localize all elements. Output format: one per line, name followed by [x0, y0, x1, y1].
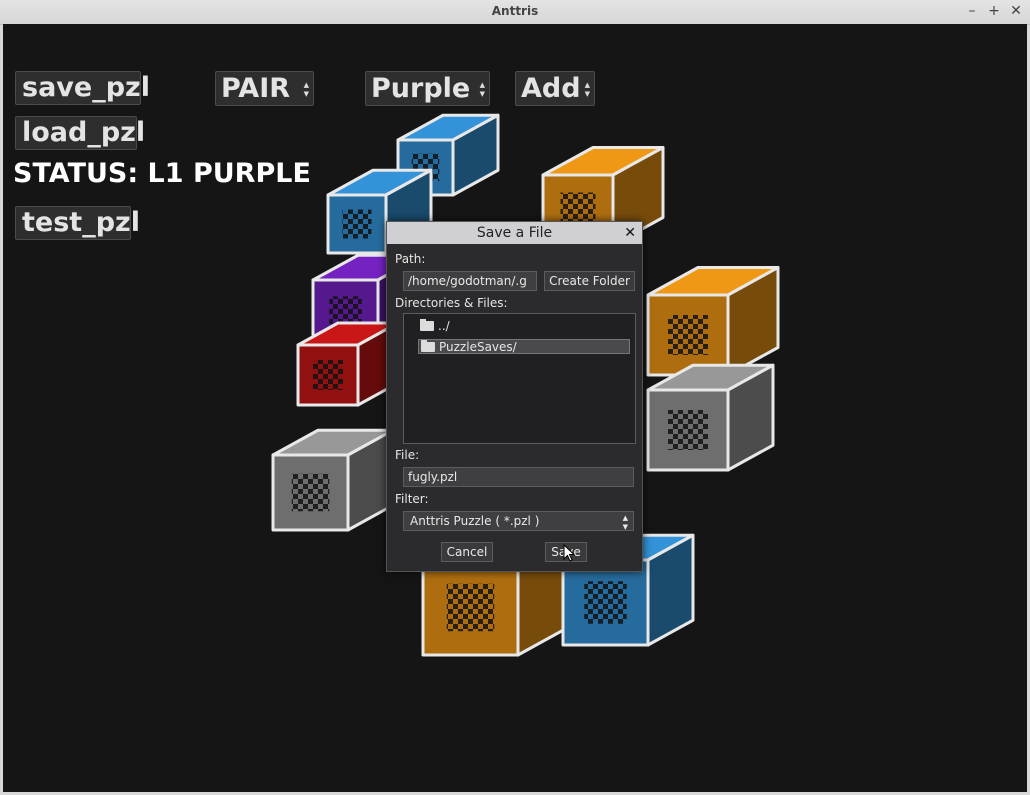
- path-input[interactable]: /home/godotman/.g: [403, 271, 537, 291]
- tree-item-label: ../: [438, 319, 450, 333]
- cancel-button[interactable]: Cancel: [441, 542, 493, 562]
- close-window-icon[interactable]: ✕: [1010, 3, 1022, 19]
- cube-grey-left-pattern: [291, 473, 330, 512]
- directories-files-label: Directories & Files:: [395, 296, 508, 310]
- color-select[interactable]: Purple ▲ ▼: [365, 71, 490, 106]
- test-pzl-button[interactable]: test_pzl: [15, 206, 140, 240]
- cube-grey-right-pattern: [668, 410, 708, 450]
- filter-select-value: Anttris Puzzle ( *.pzl ): [410, 514, 540, 528]
- select-arrows-icon: ▲ ▼: [479, 81, 485, 98]
- window-title: Anttris: [491, 4, 539, 18]
- filter-select[interactable]: Anttris Puzzle ( *.pzl ) ▲ ▼: [403, 511, 634, 531]
- load-pzl-button[interactable]: load_pzl: [15, 116, 145, 150]
- folder-icon: [421, 340, 435, 352]
- cube-orange-bottom-pattern: [446, 583, 495, 632]
- mouse-cursor-icon: [563, 544, 575, 562]
- select-arrows-icon: ▲ ▼: [584, 81, 590, 98]
- mode-select[interactable]: PAIR ▲ ▼: [215, 71, 314, 106]
- cube-red-pattern: [313, 360, 343, 390]
- tree-item-label: PuzzleSaves/: [439, 340, 517, 354]
- file-label: File:: [395, 448, 420, 462]
- dialog-title: Save a File: [387, 222, 642, 244]
- color-select-value: Purple: [371, 73, 471, 104]
- tree-item-parent[interactable]: ../: [418, 319, 630, 334]
- mode-select-value: PAIR: [221, 73, 291, 104]
- tree-item-puzzlesaves[interactable]: PuzzleSaves/: [418, 339, 630, 354]
- file-name-input[interactable]: fugly.pzl: [403, 467, 634, 487]
- title-bar: Anttris – + ✕: [0, 0, 1030, 25]
- cube-blue-left-pattern: [342, 209, 372, 239]
- save-pzl-button[interactable]: save_pzl: [15, 71, 150, 105]
- minimize-icon[interactable]: –: [966, 3, 978, 19]
- select-arrows-icon: ▲ ▼: [303, 81, 309, 98]
- save-file-dialog: Save a File ✕ Path: /home/godotman/.g Cr…: [386, 221, 643, 572]
- select-arrows-icon: ▲ ▼: [622, 514, 628, 531]
- status-text: STATUS: L1 PURPLE: [13, 158, 311, 189]
- file-tree[interactable]: ../ PuzzleSaves/: [403, 313, 636, 444]
- action-select[interactable]: Add ▲ ▼: [515, 71, 595, 106]
- folder-icon: [420, 319, 434, 331]
- action-select-value: Add: [521, 73, 581, 104]
- maximize-icon[interactable]: +: [988, 3, 1000, 19]
- path-label: Path:: [395, 252, 426, 266]
- cube-orange-right-pattern: [668, 315, 708, 355]
- close-icon[interactable]: ✕: [624, 222, 636, 244]
- create-folder-button[interactable]: Create Folder: [544, 271, 635, 291]
- cube-blue-bottom-pattern: [584, 581, 627, 624]
- filter-label: Filter:: [395, 492, 429, 506]
- game-viewport[interactable]: save_pzl PAIR ▲ ▼ Purple ▲ ▼ Add ▲ ▼ load_p…: [3, 24, 1027, 792]
